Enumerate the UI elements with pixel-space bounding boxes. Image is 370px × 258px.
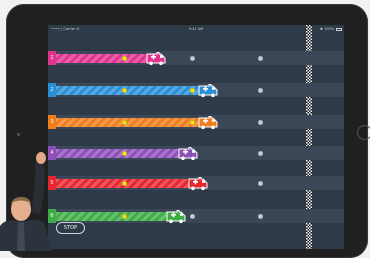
checkpoint-marker <box>258 120 263 125</box>
checkpoint-marker <box>190 56 195 61</box>
lane-progress-bar <box>56 118 201 127</box>
race-lane: 1 <box>48 51 344 66</box>
camera-dot <box>17 133 20 136</box>
lane-number: 1 <box>48 51 56 65</box>
checkpoint-marker <box>190 120 195 125</box>
checkpoint-marker <box>122 214 127 219</box>
status-bar: ••••○ Carrier ✆ 9:41 AM ✱ 100% <box>48 25 344 33</box>
battery-percent: ✱ 100% <box>319 27 334 31</box>
race-lane: 3 <box>48 115 344 130</box>
checkpoint-marker <box>122 56 127 61</box>
lane-number: 2 <box>48 83 56 97</box>
ambulance-icon <box>177 146 199 161</box>
presenter-figure <box>0 152 52 251</box>
race-screen: ••••○ Carrier ✆ 9:41 AM ✱ 100% 1 2 3 4 5 6 <box>48 25 344 249</box>
ambulance-icon <box>145 51 167 66</box>
home-button[interactable] <box>357 125 370 140</box>
checkpoint-marker <box>122 151 127 156</box>
race-lane: 4 <box>48 146 344 161</box>
ambulance-icon <box>187 176 209 191</box>
race-lane: 6 <box>48 209 344 224</box>
ambulance-icon <box>197 115 219 130</box>
lane-progress-bar <box>56 149 181 158</box>
checkpoint-marker <box>258 181 263 186</box>
ambulance-icon <box>165 209 187 224</box>
lane-progress-bar <box>56 54 149 63</box>
checkpoint-marker <box>258 56 263 61</box>
status-time: 9:41 AM <box>188 27 204 31</box>
checkpoint-marker <box>258 214 263 219</box>
checkpoint-marker <box>122 88 127 93</box>
presenter-photo <box>0 152 70 251</box>
stop-button[interactable]: STOP <box>56 222 85 234</box>
checkpoint-marker <box>190 88 195 93</box>
ambulance-icon <box>197 83 219 98</box>
battery-icon <box>336 27 342 31</box>
lane-progress-bar <box>56 86 201 95</box>
race-lane: 2 <box>48 83 344 98</box>
race-lane: 5 <box>48 176 344 191</box>
lane-progress-bar <box>56 212 169 221</box>
checkpoint-marker <box>122 181 127 186</box>
checkpoint-marker <box>190 214 195 219</box>
checkpoint-marker <box>258 88 263 93</box>
lane-number: 3 <box>48 115 56 129</box>
checkpoint-marker <box>258 151 263 156</box>
checkpoint-marker <box>122 120 127 125</box>
